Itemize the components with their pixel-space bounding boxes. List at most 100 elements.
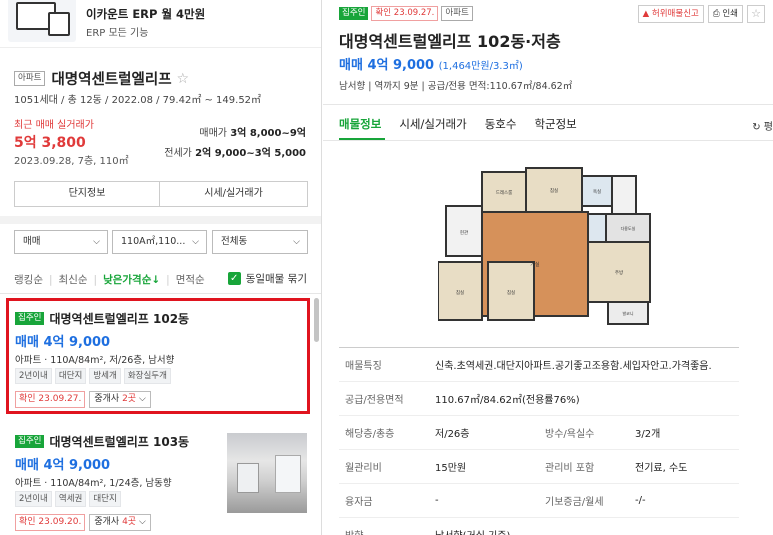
listing-photo[interactable] xyxy=(227,433,307,513)
listing-tag: 대단지 xyxy=(89,491,121,507)
pyeong-toggle[interactable]: ↻ 평 xyxy=(752,118,773,133)
listing-tags: 2년이내 대단지 방세개 화장실두개 xyxy=(15,368,171,384)
lease-price-range: 전세가 2억 9,000~3억 5,000 xyxy=(164,144,306,159)
type-tag: 아파트 xyxy=(441,6,473,21)
lease-price-label: 전세가 xyxy=(164,148,192,159)
detail-tabs: 매물정보 시세/실거래가 동호수 학군정보 xyxy=(339,116,577,132)
report-label: 허위매물신고 xyxy=(651,9,699,19)
price-trade-button[interactable]: 시세/실거래가 xyxy=(159,181,308,207)
broker-label: 중개사 xyxy=(94,394,123,404)
listing-tag: 2년이내 xyxy=(15,368,52,384)
confirm-date: 확인 23.09.27. xyxy=(371,6,439,21)
left-panel: 이카운트 ERP 월 4만원 ERP 모든 기능 아파트 대명역센트럴엘리프 ☆… xyxy=(0,0,322,535)
tab-school-info[interactable]: 학군정보 xyxy=(534,116,576,132)
favorite-star-icon[interactable]: ☆ xyxy=(177,71,190,87)
table-row: 월관리비 15만원 관리비 포함 전기료, 수도 xyxy=(339,449,739,484)
owner-badge: 집주인 xyxy=(339,7,369,20)
area-value: 110A㎡,110... xyxy=(121,236,186,247)
table-row: 공급/전용면적 110.67㎡/84.62㎡(전용률76%) xyxy=(339,381,739,416)
listing-tag: 방세개 xyxy=(89,368,121,384)
chevron-down-icon: ⌵ xyxy=(293,237,300,247)
listing-card[interactable]: 집주인 대명역센트럴엘리프 103동 매매 4억 9,000 아파트 · 110… xyxy=(6,424,310,535)
spec-key: 매물특징 xyxy=(339,347,435,382)
table-row: 방향 남서향(거실 기준) xyxy=(339,517,739,535)
owner-badge: 집주인 xyxy=(15,435,45,448)
spec-value: -/- xyxy=(635,483,739,518)
listing-tag: 역세권 xyxy=(54,491,87,507)
sort-low-price[interactable]: 낮은가격순↓ xyxy=(103,272,160,287)
tab-unit-number[interactable]: 동호수 xyxy=(485,116,517,132)
sale-price-range: 매매가 3억 8,000~9억 xyxy=(199,124,306,139)
broker-dropdown[interactable]: 중개사 2곳 ⌵ xyxy=(89,391,151,408)
pyeong-label: 평 xyxy=(763,122,773,133)
plan-label: 욕실 xyxy=(593,188,601,195)
tab-price-trade[interactable]: 시세/실거래가 xyxy=(399,116,466,132)
refresh-icon: ↻ xyxy=(752,122,761,133)
detail-price: 매매 4억 9,000 (1,464만원/3.3㎡) xyxy=(339,54,523,73)
broker-count: 2곳 xyxy=(122,394,137,404)
dong-value: 전체동 xyxy=(221,236,248,247)
section-divider xyxy=(0,216,321,224)
broker-count: 4곳 xyxy=(122,517,137,527)
report-button[interactable]: ▲ 허위매물신고 xyxy=(637,5,704,23)
spec-key: 융자금 xyxy=(339,483,435,518)
print-label: 인쇄 xyxy=(722,9,738,19)
chevron-down-icon: ⌵ xyxy=(93,237,100,247)
listing-card-selected[interactable]: 집주인 대명역센트럴엘리프 102동 매매 4억 9,000 아파트 · 110… xyxy=(6,298,310,414)
sort-latest[interactable]: 최신순 xyxy=(59,272,88,287)
ad-thumbnail xyxy=(8,0,76,42)
lease-price-value: 2억 9,000~3억 5,000 xyxy=(195,148,306,159)
listing-info: 아파트 · 110A/84m², 1/24층, 남동향 xyxy=(15,478,172,489)
spec-value: 110.67㎡/84.62㎡(전용률76%) xyxy=(435,381,739,416)
complex-type-tag: 아파트 xyxy=(14,71,46,86)
detail-actions: ▲ 허위매물신고 ⎙ 인쇄 ☆ xyxy=(637,5,765,23)
detail-tags: 집주인 확인 23.09.27. 아파트 xyxy=(339,6,473,21)
area-select[interactable]: 110A㎡,110... ⌵ xyxy=(112,230,207,254)
listing-tag: 대단지 xyxy=(54,368,87,384)
sort-options: 랭킹순 | 최신순 | 낮은가격순↓ | 면적순 xyxy=(14,272,205,287)
chevron-down-icon: ⌵ xyxy=(192,237,199,247)
plan-label: 드레스룸 xyxy=(496,189,513,196)
dong-select[interactable]: 전체동 ⌵ xyxy=(212,230,308,254)
listing-title: 대명역센트럴엘리프 102동 xyxy=(49,312,190,326)
broker-dropdown[interactable]: 중개사 4곳 ⌵ xyxy=(89,514,151,531)
scrollbar-thumb[interactable] xyxy=(314,298,319,342)
group-same-listings-toggle[interactable]: ✓ 동일매물 묶기 xyxy=(227,271,307,286)
divider xyxy=(323,104,773,105)
tab-listing-info[interactable]: 매물정보 xyxy=(339,116,381,132)
complex-info-button[interactable]: 단지정보 xyxy=(14,181,160,207)
siren-icon: ▲ xyxy=(642,9,650,19)
spec-key: 방수/욕실수 xyxy=(539,415,635,450)
complex-header: 아파트 대명역센트럴엘리프 ☆ xyxy=(14,68,189,89)
spec-key: 월관리비 xyxy=(339,449,435,484)
spec-key: 해당층/총층 xyxy=(339,415,435,450)
ad-title[interactable]: 이카운트 ERP 월 4만원 xyxy=(86,6,205,22)
confirm-date: 확인 23.09.27. xyxy=(15,391,86,408)
listing-title: 대명역센트럴엘리프 103동 xyxy=(49,435,190,449)
spec-key: 공급/전용면적 xyxy=(339,381,435,416)
detail-panel: 집주인 확인 23.09.27. 아파트 ▲ 허위매물신고 ⎙ 인쇄 ☆ 대명역… xyxy=(323,0,773,535)
recent-trade-price: 5억 3,800 xyxy=(14,135,86,151)
plan-label: 침실 xyxy=(507,289,515,296)
spec-value: 남서향(거실 기준) xyxy=(435,517,739,535)
plan-label: 현관 xyxy=(460,229,468,236)
listing-spec-table: 매물특징 신축.초역세권.대단지아파트.공기좋고조용함.세입자안고.가격좋음. … xyxy=(339,347,739,535)
plan-label: 침실 xyxy=(550,187,558,194)
ad-banner[interactable]: 이카운트 ERP 월 4만원 ERP 모든 기능 xyxy=(0,0,321,48)
spec-value: 3/2개 xyxy=(635,415,739,450)
deal-type-select[interactable]: 매매 ⌵ xyxy=(14,230,108,254)
sort-ranking[interactable]: 랭킹순 xyxy=(14,272,43,287)
print-button[interactable]: ⎙ 인쇄 xyxy=(707,5,743,23)
sale-price-label: 매매가 xyxy=(199,128,227,139)
spec-key: 기보증금/월세 xyxy=(539,483,635,518)
spec-value: 15만원 xyxy=(435,449,539,484)
sort-area[interactable]: 면적순 xyxy=(176,272,205,287)
checkbox-checked-icon[interactable]: ✓ xyxy=(227,272,241,285)
plan-label: 다용도실 xyxy=(621,225,636,231)
broker-label: 중개사 xyxy=(94,517,123,527)
plan-label: 발코니 xyxy=(622,310,633,316)
favorite-star-icon[interactable]: ☆ xyxy=(747,5,765,23)
floor-plan-image[interactable]: 드레스룸 침실 욕실 현관 거실 다용도실 주방 침실 침실 발코니 xyxy=(438,158,670,328)
divider xyxy=(323,140,773,141)
spec-value: 신축.초역세권.대단지아파트.공기좋고조용함.세입자안고.가격좋음. xyxy=(435,347,739,382)
